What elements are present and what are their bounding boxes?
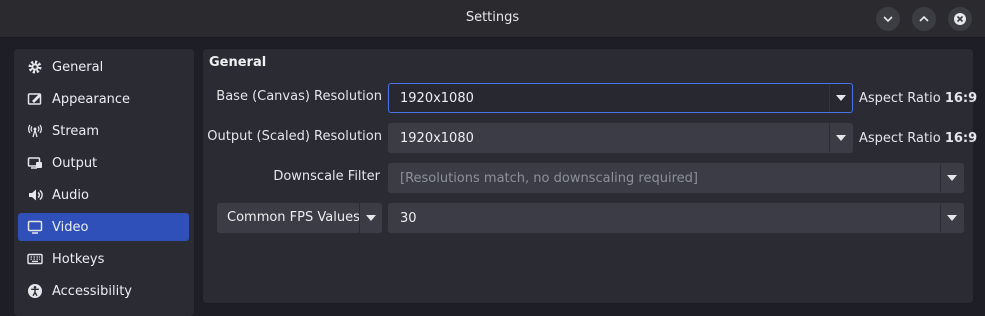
- dropdown-arrow-icon[interactable]: [829, 84, 852, 112]
- sidebar-item-video[interactable]: Video: [18, 213, 189, 241]
- sidebar-item-accessibility[interactable]: Accessibility: [18, 277, 189, 305]
- sidebar-item-stream[interactable]: Stream: [18, 117, 189, 145]
- chevron-up-icon: [919, 15, 929, 22]
- settings-sidebar: General Appearance Stream Output Audio V…: [14, 49, 194, 316]
- video-settings-panel: General Base (Canvas) Resolution 1920x10…: [203, 49, 977, 303]
- dropdown-arrow-icon[interactable]: [829, 124, 852, 152]
- accessibility-icon: [26, 282, 44, 300]
- sidebar-item-label: General: [52, 59, 104, 75]
- base-resolution-combo[interactable]: 1920x1080: [388, 83, 853, 113]
- title-bar: Settings: [0, 0, 985, 38]
- section-title: General: [209, 55, 267, 70]
- base-resolution-value: 1920x1080: [400, 91, 474, 106]
- downscale-filter-label: Downscale Filter: [273, 169, 380, 184]
- sidebar-item-general[interactable]: General: [18, 53, 189, 81]
- sidebar-item-appearance[interactable]: Appearance: [18, 85, 189, 113]
- close-button[interactable]: [948, 7, 972, 31]
- dropdown-arrow-icon[interactable]: [940, 164, 963, 192]
- downscale-filter-value: [Resolutions match, no downscaling requi…: [400, 171, 698, 186]
- appearance-icon: [26, 90, 44, 108]
- sidebar-item-label: Accessibility: [52, 283, 132, 299]
- speaker-icon: [26, 186, 44, 204]
- close-icon: [954, 13, 966, 25]
- sidebar-item-hotkeys[interactable]: Hotkeys: [18, 245, 189, 273]
- output-resolution-combo[interactable]: 1920x1080: [388, 123, 853, 153]
- broadcast-icon: [26, 122, 44, 140]
- monitor-icon: [26, 218, 44, 236]
- output-aspect-ratio: Aspect Ratio 16:9: [859, 131, 978, 146]
- downscale-filter-combo[interactable]: [Resolutions match, no downscaling requi…: [388, 163, 964, 193]
- maximize-button[interactable]: [912, 7, 936, 31]
- output-resolution-label: Output (Scaled) Resolution: [207, 129, 382, 144]
- dropdown-arrow-icon[interactable]: [940, 204, 963, 232]
- minimize-button[interactable]: [876, 7, 900, 31]
- window-title: Settings: [465, 10, 520, 25]
- fps-type-label: Common FPS Values: [227, 210, 360, 225]
- output-icon: [26, 154, 44, 172]
- sidebar-item-label: Stream: [52, 123, 100, 139]
- fps-value-combo[interactable]: 30: [388, 203, 964, 233]
- sidebar-item-label: Hotkeys: [52, 251, 105, 267]
- sidebar-item-label: Output: [52, 155, 98, 171]
- sidebar-item-label: Appearance: [52, 91, 131, 107]
- sidebar-item-label: Video: [52, 219, 89, 235]
- keyboard-icon: [26, 250, 44, 268]
- output-resolution-value: 1920x1080: [400, 131, 474, 146]
- dropdown-arrow-icon[interactable]: [359, 203, 382, 233]
- settings-body: General Appearance Stream Output Audio V…: [0, 38, 985, 316]
- base-resolution-label: Base (Canvas) Resolution: [216, 89, 382, 104]
- fps-type-selector[interactable]: Common FPS Values: [217, 203, 382, 233]
- gear-icon: [26, 58, 44, 76]
- sidebar-item-label: Audio: [52, 187, 89, 203]
- sidebar-item-audio[interactable]: Audio: [18, 181, 189, 209]
- sidebar-item-output[interactable]: Output: [18, 149, 189, 177]
- base-aspect-ratio: Aspect Ratio 16:9: [859, 91, 978, 106]
- chevron-down-icon: [883, 16, 893, 23]
- fps-value: 30: [400, 211, 417, 226]
